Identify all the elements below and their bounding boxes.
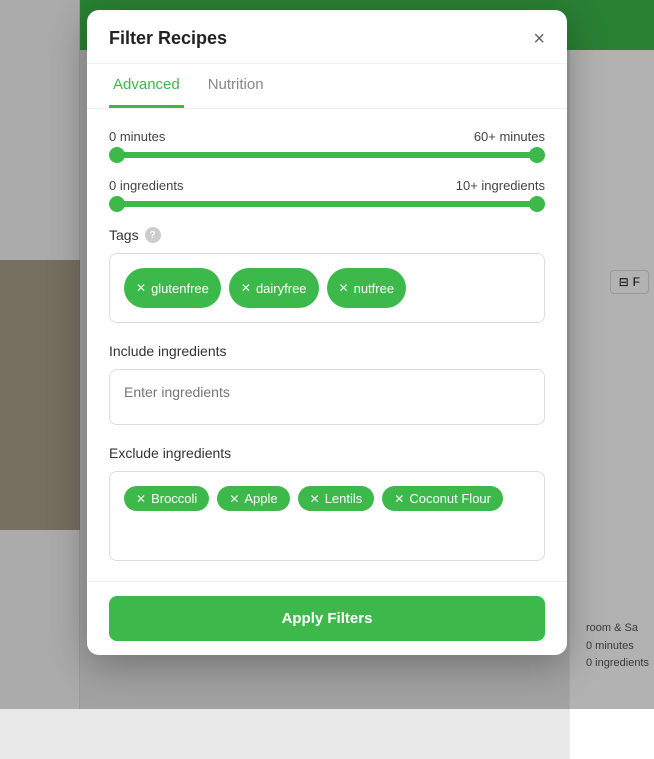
tag-remove-broccoli[interactable]: ✕ [136, 492, 146, 506]
close-button[interactable]: × [533, 29, 545, 49]
tag-apple-label: Apple [244, 491, 277, 506]
tag-remove-lentils[interactable]: ✕ [310, 492, 320, 506]
time-max-label: 60+ minutes [474, 129, 545, 144]
tag-remove-dairyfree[interactable]: ✕ [241, 281, 251, 295]
ingredients-range-section: 0 ingredients 10+ ingredients [109, 178, 545, 207]
tabs-container: Advanced Nutrition [87, 64, 567, 109]
tags-label: Tags ? [109, 227, 545, 243]
time-range-thumb-right[interactable] [529, 147, 545, 163]
apply-button[interactable]: Apply Filters [109, 596, 545, 641]
time-range-labels: 0 minutes 60+ minutes [109, 129, 545, 144]
tag-remove-apple[interactable]: ✕ [229, 492, 239, 506]
tag-nutfree: ✕ nutfree [327, 268, 407, 308]
time-min-label: 0 minutes [109, 129, 165, 144]
ingredients-max-label: 10+ ingredients [456, 178, 545, 193]
tags-box[interactable]: ✕ glutenfree ✕ dairyfree ✕ nutfree [109, 253, 545, 323]
time-range-track[interactable] [109, 152, 545, 158]
tag-dairyfree: ✕ dairyfree [229, 268, 319, 308]
time-range-section: 0 minutes 60+ minutes [109, 129, 545, 158]
include-ingredients-input[interactable] [124, 384, 530, 400]
tag-remove-coconut-flour[interactable]: ✕ [394, 492, 404, 506]
tag-apple: ✕ Apple [217, 486, 289, 511]
tag-lentils-label: Lentils [325, 491, 363, 506]
tab-nutrition[interactable]: Nutrition [204, 64, 268, 108]
modal-title: Filter Recipes [109, 28, 227, 49]
tag-nutfree-label: nutfree [354, 281, 394, 296]
tag-dairyfree-label: dairyfree [256, 281, 307, 296]
modal-body: 0 minutes 60+ minutes 0 ingredients 10+ … [87, 109, 567, 581]
modal-overlay: Filter Recipes × Advanced Nutrition 0 mi… [0, 0, 654, 709]
exclude-ingredients-box[interactable]: ✕ Broccoli ✕ Apple ✕ Lentils ✕ Coconut F… [109, 471, 545, 561]
modal-footer: Apply Filters [87, 581, 567, 655]
ingredients-range-thumb-left[interactable] [109, 196, 125, 212]
tag-remove-nutfree[interactable]: ✕ [339, 281, 349, 295]
time-range-thumb-left[interactable] [109, 147, 125, 163]
include-label: Include ingredients [109, 343, 545, 359]
tag-glutenfree-label: glutenfree [151, 281, 209, 296]
tag-coconut-flour-label: Coconut Flour [409, 491, 491, 506]
tag-lentils: ✕ Lentils [298, 486, 375, 511]
ingredients-range-thumb-right[interactable] [529, 196, 545, 212]
tag-broccoli: ✕ Broccoli [124, 486, 209, 511]
modal-header: Filter Recipes × [87, 10, 567, 64]
exclude-label: Exclude ingredients [109, 445, 545, 461]
ingredients-range-labels: 0 ingredients 10+ ingredients [109, 178, 545, 193]
filter-modal: Filter Recipes × Advanced Nutrition 0 mi… [87, 10, 567, 655]
tag-glutenfree: ✕ glutenfree [124, 268, 221, 308]
ingredients-range-track[interactable] [109, 201, 545, 207]
ingredients-min-label: 0 ingredients [109, 178, 183, 193]
tag-coconut-flour: ✕ Coconut Flour [382, 486, 503, 511]
tags-help-icon[interactable]: ? [145, 227, 161, 243]
include-ingredients-box[interactable] [109, 369, 545, 425]
tag-broccoli-label: Broccoli [151, 491, 197, 506]
tab-advanced[interactable]: Advanced [109, 64, 184, 108]
tag-remove-glutenfree[interactable]: ✕ [136, 281, 146, 295]
